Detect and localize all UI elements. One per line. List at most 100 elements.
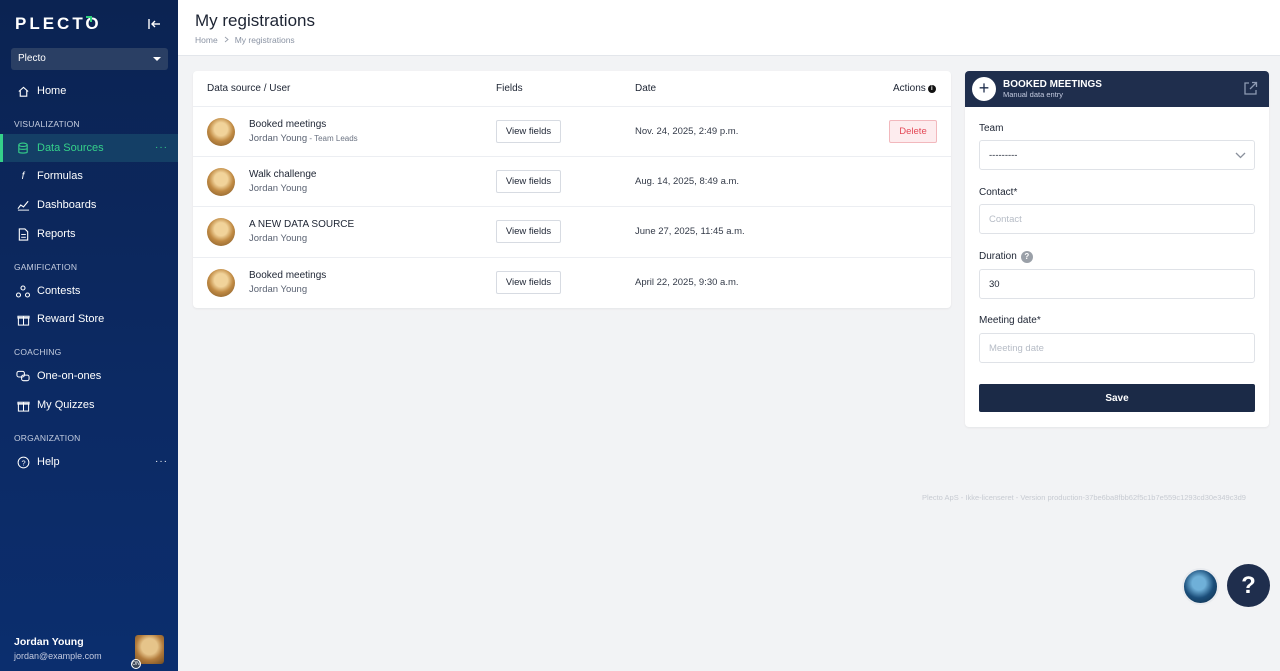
panel-header: + BOOKED MEETINGS Manual data entry (965, 71, 1269, 107)
duration-label: Duration (979, 251, 1017, 262)
section-organization: ORGANIZATION (14, 433, 81, 443)
logo-accent-mark (86, 16, 92, 22)
external-link-icon[interactable] (1243, 81, 1258, 96)
chat-bubbles-icon (16, 369, 30, 383)
workspace-select[interactable]: Plecto (11, 48, 168, 70)
sidebar-item-label: Formulas (37, 170, 83, 182)
section-visualization: VISUALIZATION (14, 119, 80, 129)
quiz-icon (16, 398, 30, 412)
registration-date: April 22, 2025, 9:30 a.m. (635, 277, 739, 288)
column-header-date: Date (635, 83, 657, 94)
data-source-name: Booked meetings (249, 119, 327, 130)
collapse-sidebar-icon[interactable] (146, 16, 162, 32)
gift-icon (16, 312, 30, 326)
sidebar-item-home[interactable]: Home (0, 77, 178, 105)
sidebar-item-label: Contests (37, 285, 81, 297)
row-user: Jordan Young (249, 284, 307, 295)
panel-title: BOOKED MEETINGS (1003, 79, 1102, 90)
info-icon[interactable]: i (927, 85, 936, 93)
panel-subtitle: Manual data entry (1003, 90, 1064, 99)
view-fields-button[interactable]: View fields (496, 220, 561, 243)
sidebar-item-label: Home (37, 85, 67, 97)
registration-date: June 27, 2025, 11:45 a.m. (635, 226, 745, 237)
row-user-name: Jordan Young (249, 284, 308, 295)
meeting-date-input[interactable]: Meeting date (979, 333, 1255, 363)
more-options-icon[interactable]: ··· (155, 456, 168, 467)
avatar (207, 168, 235, 196)
registrations-table: Data source / User Fields Date Actions i … (193, 71, 951, 308)
sidebar-item-label: Dashboards (37, 199, 97, 211)
data-source-name: A NEW DATA SOURCE (249, 219, 355, 230)
row-user-name: Jordan Young (249, 183, 308, 194)
breadcrumb: Home My registrations (195, 35, 295, 45)
function-icon: f (21, 170, 25, 182)
row-user-team: - Team Leads (307, 134, 358, 143)
manual-entry-panel: + BOOKED MEETINGS Manual data entry Team… (965, 71, 1269, 427)
sidebar-item-data-sources[interactable]: Data Sources ··· (0, 134, 178, 162)
row-user-name: Jordan Young (249, 133, 308, 144)
avatar (207, 269, 235, 297)
duration-input[interactable]: 30 (979, 269, 1255, 299)
page-header: My registrations Home My registrations (178, 0, 1280, 56)
sidebar-item-label: Help (37, 456, 60, 468)
team-select-value: --------- (989, 149, 1018, 161)
chevron-right-icon (224, 35, 229, 45)
contact-label: Contact* (979, 187, 1018, 198)
sidebar-item-one-on-ones[interactable]: One-on-ones (0, 362, 178, 390)
breadcrumb-current: My registrations (234, 35, 295, 45)
version-footer: Plecto ApS - Ikke-licenseret - Version p… (922, 493, 1246, 502)
page-title: My registrations (195, 11, 315, 30)
column-header-actions: Actions i (893, 83, 936, 94)
data-source-name: Booked meetings (249, 270, 327, 281)
sidebar-item-dashboards[interactable]: Dashboards (0, 191, 178, 219)
help-button[interactable]: ? (1227, 564, 1270, 607)
view-fields-button[interactable]: View fields (496, 170, 561, 193)
sidebar-item-contests[interactable]: Contests (0, 277, 178, 305)
column-header-source: Data source / User (207, 83, 291, 94)
duration-label-row: Duration? (979, 251, 1033, 263)
team-label: Team (979, 123, 1004, 134)
question-circle-icon: ? (16, 455, 30, 469)
home-icon (16, 84, 30, 98)
contests-icon (16, 284, 30, 298)
sidebar-item-label: Data Sources (37, 142, 104, 154)
sidebar-item-label: My Quizzes (37, 399, 95, 411)
table-row: Booked meetings Jordan Young - Team Lead… (193, 106, 951, 156)
table-row: Walk challenge Jordan Young View fields … (193, 156, 951, 206)
sidebar-item-my-quizzes[interactable]: My Quizzes (0, 391, 178, 419)
team-select[interactable]: --------- (979, 140, 1255, 170)
sidebar-item-label: Reports (37, 228, 76, 240)
assistant-bot-icon[interactable] (1182, 568, 1219, 605)
sidebar-item-formulas[interactable]: f Formulas (0, 162, 178, 190)
database-icon (16, 141, 30, 155)
sidebar-item-help[interactable]: ? Help ··· (0, 448, 178, 476)
section-coaching: COACHING (14, 347, 62, 357)
row-user: Jordan Young - Team Leads (249, 133, 358, 144)
more-options-icon[interactable]: ··· (155, 142, 168, 153)
sidebar-item-reports[interactable]: Reports (0, 220, 178, 248)
delete-button[interactable]: Delete (889, 120, 937, 143)
row-user: Jordan Young (249, 183, 307, 194)
sidebar-item-label: One-on-ones (37, 370, 102, 382)
save-button[interactable]: Save (979, 384, 1255, 412)
section-gamification: GAMIFICATION (14, 262, 78, 272)
view-fields-button[interactable]: View fields (496, 120, 561, 143)
current-user[interactable]: Jordan Young jordan@example.com (14, 636, 102, 661)
view-fields-button[interactable]: View fields (496, 271, 561, 294)
sidebar-item-label: Reward Store (37, 313, 105, 325)
plus-icon[interactable]: + (972, 77, 996, 101)
meeting-date-label: Meeting date* (979, 315, 1041, 326)
table-row: Booked meetings Jordan Young View fields… (193, 257, 951, 307)
contact-input[interactable]: Contact (979, 204, 1255, 234)
workspace-select-value: Plecto (18, 53, 46, 64)
row-user: Jordan Young (249, 233, 307, 244)
chevron-down-icon (153, 57, 161, 61)
avatar (207, 118, 235, 146)
registration-date: Nov. 24, 2025, 2:49 p.m. (635, 126, 739, 137)
status-badge: ON (131, 659, 141, 669)
sidebar-item-reward-store[interactable]: Reward Store (0, 305, 178, 333)
chart-icon (16, 198, 30, 212)
help-icon[interactable]: ? (1020, 251, 1033, 263)
breadcrumb-home[interactable]: Home (195, 35, 218, 45)
column-header-fields: Fields (496, 83, 523, 94)
